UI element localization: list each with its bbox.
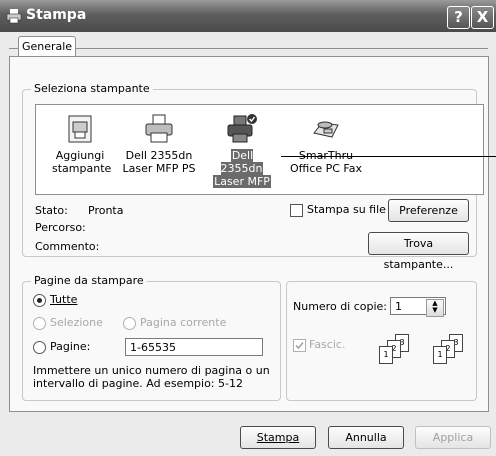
check-icon bbox=[295, 342, 304, 350]
all-pages-radio[interactable] bbox=[33, 294, 46, 307]
default-printer-icon bbox=[227, 114, 257, 143]
all-pages-label[interactable]: Tutte bbox=[50, 293, 77, 306]
collate-label[interactable]: Fascic. bbox=[309, 338, 345, 351]
printer-app-icon bbox=[6, 9, 22, 24]
print-button[interactable]: Stampa bbox=[240, 426, 316, 449]
fax-icon bbox=[313, 121, 339, 138]
copies-value: 1 bbox=[395, 300, 402, 313]
print-button-label: Stampa bbox=[256, 431, 300, 444]
printer-list[interactable]: Aggiungi stampante Dell 2355dn Laser MFP… bbox=[35, 104, 484, 195]
general-panel: Seleziona stampante Aggiungi stampante D… bbox=[9, 56, 489, 412]
print-to-file-checkbox[interactable] bbox=[290, 204, 303, 217]
page-range-label: Pagine da stampare bbox=[31, 274, 147, 287]
current-page-radio[interactable] bbox=[123, 317, 136, 330]
printer-icon bbox=[145, 114, 173, 143]
tab-strip bbox=[9, 48, 488, 49]
preferences-button[interactable]: Preferenze bbox=[388, 199, 469, 222]
callout-line bbox=[281, 156, 496, 157]
path-label: Percorso: bbox=[35, 221, 86, 234]
printer-item-ps[interactable]: Dell 2355dn Laser MFP PS bbox=[119, 113, 199, 175]
close-button[interactable]: X bbox=[471, 6, 494, 29]
printer-item-mfp[interactable]: Dell 2355dn Laser MFP bbox=[208, 113, 276, 188]
cancel-button[interactable]: Annulla bbox=[328, 426, 404, 449]
collate-checkbox[interactable] bbox=[293, 339, 306, 352]
help-icon: ? bbox=[454, 8, 463, 26]
print-dialog: Stampa ? X Generale Seleziona stampante … bbox=[0, 0, 496, 456]
status-label: Stato: bbox=[35, 204, 68, 217]
current-page-label[interactable]: Pagina corrente bbox=[140, 316, 226, 329]
printer-mfp-label-2: Laser MFP bbox=[213, 175, 271, 188]
page-range-hint: Immettere un unico numero di pagina o un… bbox=[33, 364, 270, 390]
tab-generale[interactable]: Generale bbox=[18, 36, 76, 57]
copies-label: Numero di copie: bbox=[293, 300, 388, 313]
printer-item-add[interactable]: Aggiungi stampante bbox=[52, 113, 112, 175]
selection-label[interactable]: Selezione bbox=[50, 316, 103, 329]
close-icon: X bbox=[476, 8, 489, 26]
printer-add-label-1: Aggiungi bbox=[55, 149, 105, 162]
printer-item-fax[interactable]: SmarThru Office PC Fax bbox=[286, 113, 366, 175]
status-value: Pronta bbox=[88, 204, 124, 217]
page-range-group: Pagine da stampare Tutte Selezione Pagin… bbox=[22, 274, 281, 401]
printer-ps-label-1: Dell 2355dn bbox=[125, 149, 193, 162]
selection-radio[interactable] bbox=[33, 317, 46, 330]
copies-spinner[interactable]: ▲ ▼ bbox=[426, 299, 444, 317]
printer-ps-label-2: Laser MFP PS bbox=[122, 162, 196, 175]
add-printer-icon bbox=[68, 115, 92, 143]
comment-label: Commento: bbox=[35, 240, 100, 253]
printer-add-label-2: stampante bbox=[52, 162, 112, 175]
apply-button[interactable]: Applica bbox=[415, 426, 491, 449]
select-printer-label: Seleziona stampante bbox=[31, 82, 153, 95]
printer-fax-label-2: Office PC Fax bbox=[290, 162, 362, 175]
help-button[interactable]: ? bbox=[447, 6, 470, 29]
copies-input[interactable]: 1 ▲ ▼ bbox=[390, 297, 446, 317]
pages-radio[interactable] bbox=[33, 341, 46, 354]
window-title: Stampa bbox=[26, 7, 87, 23]
copies-group: Numero di copie: 1 ▲ ▼ Fascic. 3 2 1 3 2 … bbox=[286, 281, 477, 401]
find-printer-button[interactable]: Trova stampante... bbox=[368, 232, 469, 271]
print-to-file-label[interactable]: Stampa su file bbox=[307, 203, 386, 216]
title-bar[interactable]: Stampa ? X bbox=[0, 0, 496, 32]
pages-input[interactable]: 1-65535 bbox=[125, 338, 263, 356]
printer-mfp-label-1: Dell 2355dn bbox=[220, 149, 264, 175]
pages-label[interactable]: Pagine: bbox=[50, 340, 90, 353]
select-printer-group: Seleziona stampante Aggiungi stampante D… bbox=[22, 82, 484, 271]
